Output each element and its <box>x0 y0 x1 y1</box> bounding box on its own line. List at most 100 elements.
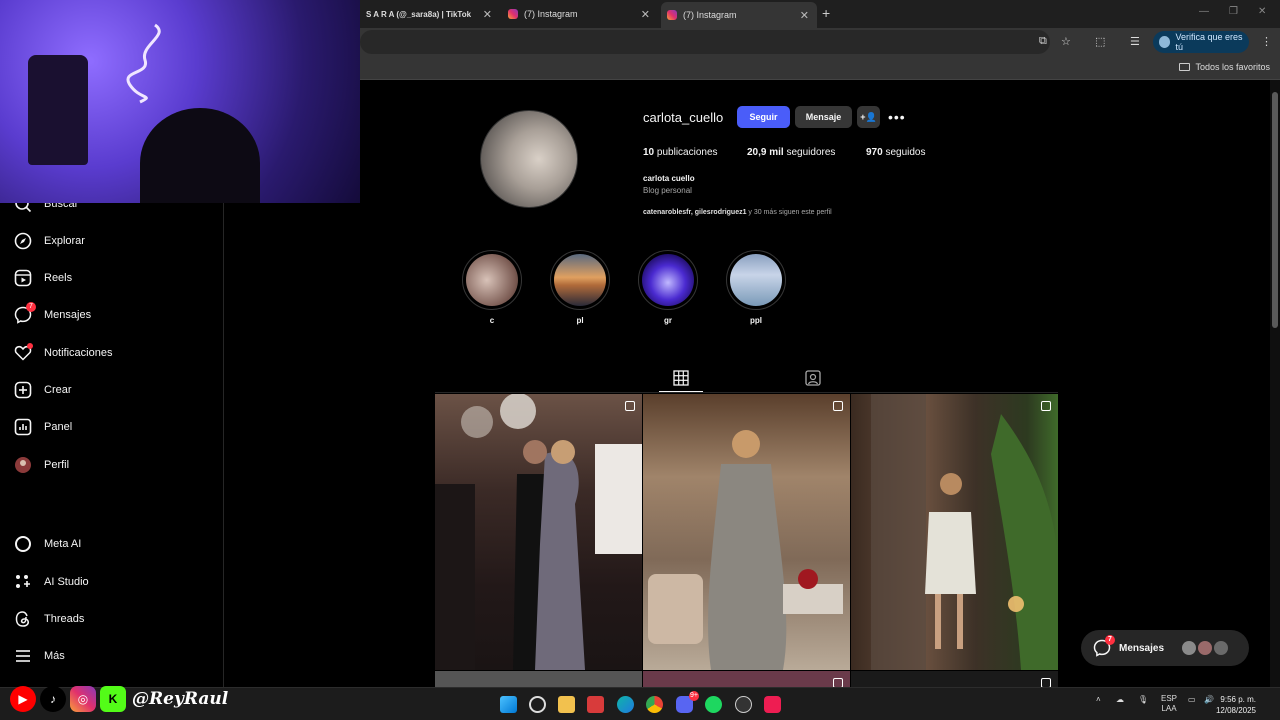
taskbar-search-icon[interactable] <box>529 696 546 713</box>
more-options-icon[interactable]: ••• <box>888 109 906 125</box>
followers-stat[interactable]: 20,9 mil seguidores <box>747 147 835 158</box>
notification-badge: 9+ <box>689 691 699 701</box>
obs-icon[interactable] <box>735 696 752 713</box>
suggest-users-button[interactable]: +👤 <box>857 106 880 128</box>
discord-icon[interactable]: 9+ <box>676 691 699 713</box>
highlight-label: ppl <box>750 316 762 325</box>
scrollbar-thumb[interactable] <box>1272 92 1278 328</box>
dashboard-icon <box>14 418 32 436</box>
sidebar-item-explorar[interactable]: Explorar <box>14 229 85 253</box>
post-thumbnail[interactable] <box>435 671 642 687</box>
avatar <box>1214 641 1229 655</box>
sidebar-item-crear[interactable]: Crear <box>14 378 72 402</box>
tiktok-app-icon[interactable] <box>764 696 781 713</box>
message-button[interactable]: Mensaje <box>795 106 852 128</box>
sidebar-item-label: Threads <box>44 613 85 625</box>
bookmark-star-icon[interactable]: ☆ <box>1061 35 1071 48</box>
post-thumbnail[interactable] <box>435 394 642 670</box>
sidebar-item-label: Crear <box>44 384 72 396</box>
highlight-item[interactable]: c <box>462 250 522 325</box>
address-bar[interactable] <box>360 30 1050 54</box>
sidebar-item-meta-ai[interactable]: Meta AI <box>14 532 81 556</box>
all-bookmarks-label: Todos los favoritos <box>1195 62 1270 72</box>
verify-identity-button[interactable]: Verifica que eres tú <box>1153 31 1249 53</box>
edge-icon[interactable] <box>617 696 634 713</box>
lang-bottom: LAA <box>1161 704 1177 713</box>
extensions-icon[interactable]: ⬚ <box>1095 35 1105 48</box>
highlight-item[interactable]: ppl <box>726 250 786 325</box>
tab-tiktok[interactable]: S A R A (@_sara8a) | TikTok ✕ <box>360 2 500 26</box>
file-explorer-icon[interactable] <box>558 696 575 713</box>
post-thumbnail[interactable] <box>643 671 850 687</box>
new-tab-icon[interactable]: + <box>822 5 830 21</box>
show-hidden-icons-icon[interactable]: ˄ <box>1096 695 1101 704</box>
microphone-icon[interactable]: 🎙 <box>1138 695 1148 704</box>
close-tab-icon[interactable]: ✕ <box>483 8 492 21</box>
reading-list-icon[interactable]: ☰ <box>1130 35 1140 48</box>
post-thumbnail[interactable] <box>851 671 1058 687</box>
highlight-item[interactable]: pl <box>550 250 610 325</box>
instagram-favicon-icon <box>508 9 518 19</box>
start-windows-icon[interactable] <box>500 696 517 713</box>
app-red-icon[interactable] <box>587 696 604 713</box>
spotify-icon[interactable] <box>705 696 722 713</box>
language-indicator[interactable]: ESP LAA <box>1161 694 1177 714</box>
sidebar-item-reels[interactable]: Reels <box>14 266 72 290</box>
sidebar-item-perfil[interactable]: Perfil <box>14 453 69 477</box>
sidebar-item-label: Perfil <box>44 459 70 471</box>
highlight-label: pl <box>576 316 584 325</box>
minimize-icon[interactable]: — <box>1199 6 1209 17</box>
sidebar-item-threads[interactable]: Threads <box>14 607 84 631</box>
meta-ai-icon <box>14 535 32 553</box>
page-scrollbar[interactable] <box>1270 80 1280 687</box>
screen: S A R A (@_sara8a) | TikTok ✕ (7) Instag… <box>0 0 1280 720</box>
webcam-overlay <box>0 0 360 203</box>
profile-username: carlota_cuello <box>643 110 724 125</box>
neon-light-decoration <box>126 23 161 104</box>
avatar <box>1198 641 1213 655</box>
sidebar-item-label: AI Studio <box>44 576 89 588</box>
tab-instagram-2[interactable]: (7) Instagram ✕ <box>661 2 817 28</box>
sidebar-item-ai-studio[interactable]: AI Studio <box>14 570 89 594</box>
post-thumbnail[interactable] <box>643 394 850 670</box>
following-count: 970 <box>866 147 883 158</box>
highlight-cover <box>642 254 694 306</box>
following-stat[interactable]: 970 seguidos <box>866 147 926 158</box>
post-thumbnail[interactable] <box>851 394 1058 670</box>
followed-by[interactable]: catenaroblesfr, gilesrodriguez1 y 30 más… <box>643 209 832 216</box>
sidebar-item-panel[interactable]: Panel <box>14 415 72 439</box>
messenger-icon: 7 <box>1093 635 1115 657</box>
sidebar-item-mensajes[interactable]: 7 Mensajes <box>14 302 91 327</box>
tagged-tab-icon[interactable] <box>805 370 821 386</box>
plus-square-icon <box>14 381 32 399</box>
all-bookmarks-button[interactable]: Todos los favoritos <box>1179 62 1270 72</box>
floating-messages-button[interactable]: 7 Mensajes <box>1081 630 1249 666</box>
install-app-icon[interactable]: ⧉ <box>1039 35 1047 48</box>
follow-button[interactable]: Seguir <box>737 106 790 128</box>
volume-icon[interactable]: 🔊 <box>1204 695 1214 704</box>
sidebar-item-mas[interactable]: Más <box>14 644 65 668</box>
posts-grid-tab-icon[interactable] <box>673 370 689 386</box>
network-icon[interactable]: ▭ <box>1188 695 1196 704</box>
chrome-icon[interactable] <box>646 696 663 713</box>
close-tab-icon[interactable]: ✕ <box>641 8 650 21</box>
highlight-item[interactable]: gr <box>638 250 698 325</box>
compass-icon <box>14 232 32 250</box>
instagram-favicon-icon <box>667 10 677 20</box>
followed-by-names: catenaroblesfr, gilesrodriguez1 <box>643 209 747 216</box>
tab-instagram-1[interactable]: (7) Instagram ✕ <box>502 2 658 26</box>
sidebar-item-notificaciones[interactable]: Notificaciones <box>14 341 112 365</box>
menu-icon <box>14 647 32 665</box>
sidebar-item-label: Reels <box>44 272 73 284</box>
cloud-icon[interactable]: ☁ <box>1116 695 1124 704</box>
unread-badge: 7 <box>1105 635 1115 645</box>
profile-full-name: carlota cuello <box>643 174 695 183</box>
followed-by-rest: y 30 más siguen este perfil <box>746 209 832 216</box>
close-window-icon[interactable]: ✕ <box>1258 6 1266 17</box>
kebab-menu-icon[interactable]: ⋮ <box>1261 35 1272 48</box>
maximize-icon[interactable]: ❐ <box>1229 6 1238 17</box>
system-clock[interactable]: 9:56 p. m. 12/08/2025 <box>1216 694 1256 716</box>
profile-picture[interactable] <box>480 110 578 208</box>
close-tab-icon[interactable]: ✕ <box>800 9 809 22</box>
threads-icon <box>14 610 32 628</box>
